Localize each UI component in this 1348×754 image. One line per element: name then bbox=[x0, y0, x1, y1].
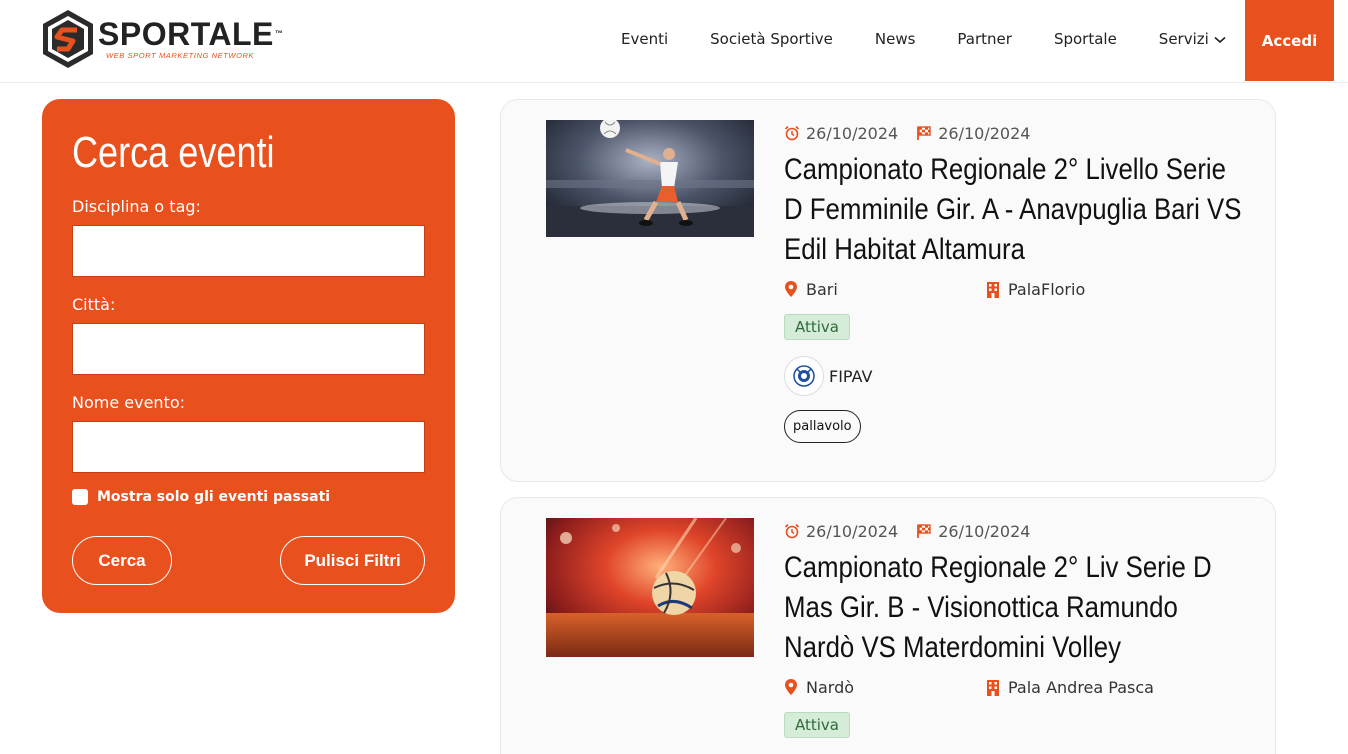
main-nav: Eventi Società Sportive News Partner Spo… bbox=[600, 0, 1247, 78]
event-start-date: 26/10/2024 bbox=[784, 124, 898, 143]
event-title[interactable]: Campionato Regionale 2° Livello Serie D … bbox=[784, 150, 1248, 270]
city-input[interactable] bbox=[72, 323, 425, 375]
map-pin-icon bbox=[785, 281, 797, 297]
venue-text: PalaFlorio bbox=[1008, 279, 1086, 299]
status-badge: Attiva bbox=[784, 712, 850, 738]
past-events-label[interactable]: Mostra solo gli eventi passati bbox=[97, 489, 330, 505]
federation-row: FIPAV bbox=[784, 356, 1254, 396]
search-buttons: Cerca Pulisci Filtri bbox=[72, 536, 425, 585]
tag-pill[interactable]: pallavolo bbox=[784, 410, 861, 443]
city-label: Città: bbox=[72, 295, 116, 314]
building-icon bbox=[987, 679, 999, 696]
event-venue: PalaFlorio bbox=[986, 280, 1085, 299]
city-text: Bari bbox=[806, 279, 838, 299]
event-title[interactable]: Campionato Regionale 2° Liv Serie D Mas … bbox=[784, 548, 1248, 668]
brand-tagline: WEB SPORT MARKETING NETWORK bbox=[106, 51, 255, 60]
fipav-logo-icon bbox=[793, 365, 815, 387]
event-card-body: 26/10/2024 26/10/2024 Campionato Regiona… bbox=[784, 122, 1254, 443]
event-city: Bari bbox=[784, 280, 986, 299]
start-date-text: 26/10/2024 bbox=[806, 123, 899, 143]
nav-item-societa-sportive[interactable]: Società Sportive bbox=[710, 30, 833, 48]
nav-item-eventi[interactable]: Eventi bbox=[621, 30, 668, 48]
event-city: Nardò bbox=[784, 678, 986, 697]
federation-name[interactable]: FIPAV bbox=[829, 367, 872, 386]
nav-servizi-label: Servizi bbox=[1158, 30, 1209, 48]
search-title: Cerca eventi bbox=[72, 128, 275, 177]
discipline-input[interactable] bbox=[72, 225, 425, 277]
checkered-flag-icon bbox=[917, 524, 931, 538]
nav-item-news[interactable]: News bbox=[875, 30, 916, 48]
search-panel: Cerca eventi Disciplina o tag: Città: No… bbox=[42, 99, 455, 613]
brand-name: SPORTALE bbox=[98, 16, 274, 52]
event-venue: Pala Andrea Pasca bbox=[986, 678, 1154, 697]
event-dates: 26/10/2024 26/10/2024 bbox=[784, 520, 1254, 542]
sportale-logo[interactable]: SPORTALE™ WEB SPORT MARKETING NETWORK bbox=[40, 8, 283, 70]
status-badge: Attiva bbox=[784, 314, 850, 340]
start-date-text: 26/10/2024 bbox=[806, 521, 899, 541]
chevron-down-icon bbox=[1214, 36, 1226, 44]
event-start-date: 26/10/2024 bbox=[784, 522, 898, 541]
event-end-date: 26/10/2024 bbox=[916, 522, 1030, 541]
logo-text: SPORTALE™ WEB SPORT MARKETING NETWORK bbox=[98, 18, 283, 60]
city-text: Nardò bbox=[806, 677, 855, 697]
event-image-volleyball-player[interactable] bbox=[546, 120, 754, 237]
event-name-label: Nome evento: bbox=[72, 393, 186, 412]
site-header: SPORTALE™ WEB SPORT MARKETING NETWORK Ev… bbox=[0, 0, 1348, 83]
event-end-date: 26/10/2024 bbox=[916, 124, 1030, 143]
event-image-volleyball-ball[interactable] bbox=[546, 518, 754, 657]
cerca-button[interactable]: Cerca bbox=[72, 536, 172, 585]
past-events-checkbox[interactable] bbox=[72, 489, 88, 505]
event-dates: 26/10/2024 26/10/2024 bbox=[784, 122, 1254, 144]
event-location-row: Nardò Pala Andrea Pasca bbox=[784, 676, 1254, 698]
nav-item-partner[interactable]: Partner bbox=[957, 30, 1012, 48]
event-card[interactable]: 26/10/2024 26/10/2024 Campionato Regiona… bbox=[500, 99, 1276, 482]
past-events-row: Mostra solo gli eventi passati bbox=[72, 489, 425, 505]
checkered-flag-icon bbox=[917, 126, 931, 140]
federation-logo[interactable] bbox=[784, 356, 824, 396]
accedi-button[interactable]: Accedi bbox=[1245, 0, 1334, 81]
discipline-label: Disciplina o tag: bbox=[72, 197, 201, 216]
venue-text: Pala Andrea Pasca bbox=[1008, 677, 1154, 697]
alarm-clock-icon bbox=[784, 523, 800, 539]
nav-item-sportale[interactable]: Sportale bbox=[1054, 30, 1117, 48]
sportale-logo-icon bbox=[43, 10, 93, 68]
end-date-text: 26/10/2024 bbox=[938, 521, 1031, 541]
event-card[interactable]: 26/10/2024 26/10/2024 Campionato Regiona… bbox=[500, 497, 1276, 754]
building-icon bbox=[987, 281, 999, 298]
nav-item-servizi[interactable]: Servizi bbox=[1159, 30, 1226, 48]
map-pin-icon bbox=[785, 679, 797, 695]
event-name-input[interactable] bbox=[72, 421, 425, 473]
event-location-row: Bari PalaFlorio bbox=[784, 278, 1254, 300]
clear-filters-button[interactable]: Pulisci Filtri bbox=[280, 536, 425, 585]
brand-trademark: ™ bbox=[274, 29, 284, 38]
end-date-text: 26/10/2024 bbox=[938, 123, 1031, 143]
event-card-body: 26/10/2024 26/10/2024 Campionato Regiona… bbox=[784, 520, 1254, 738]
alarm-clock-icon bbox=[784, 125, 800, 141]
